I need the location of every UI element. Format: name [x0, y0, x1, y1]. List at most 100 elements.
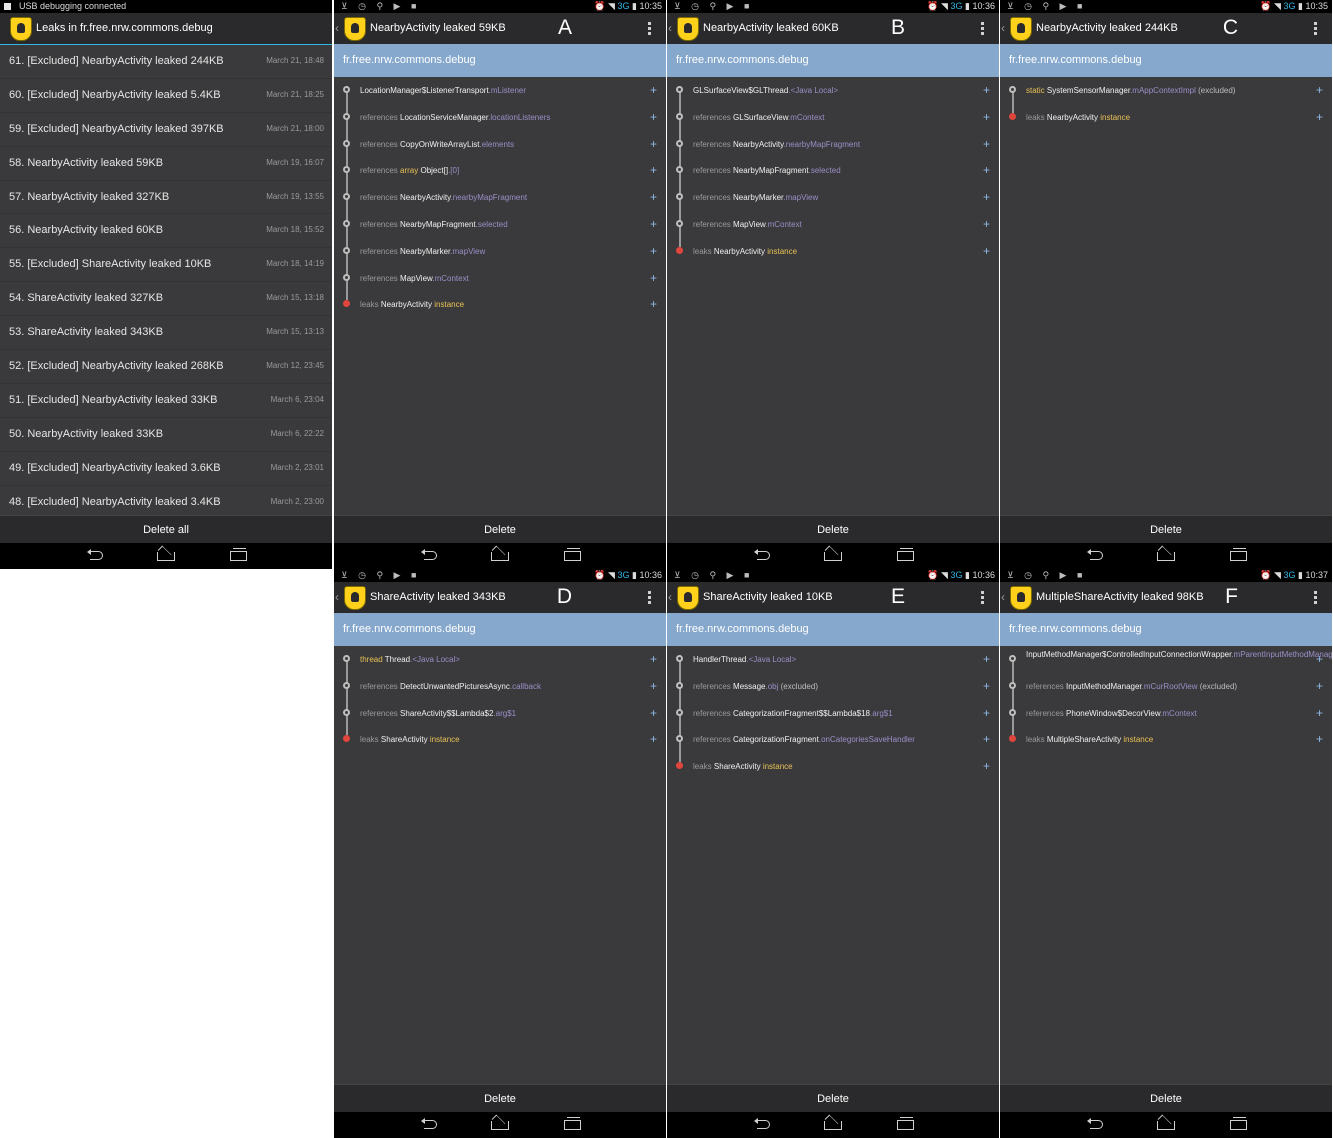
up-caret-icon[interactable]: ‹ — [668, 21, 672, 35]
recent-apps-icon[interactable] — [229, 548, 247, 561]
trace-row[interactable]: leaks ShareActivity instance + — [667, 753, 999, 780]
recent-apps-icon[interactable] — [896, 548, 914, 561]
trace-row[interactable]: references NearbyMapFragment.selected + — [334, 210, 666, 238]
leak-list-item[interactable]: 60. [Excluded] NearbyActivity leaked 5.4… — [0, 79, 332, 113]
leak-list-item[interactable]: 57. NearbyActivity leaked 327KB March 19,… — [0, 181, 332, 215]
expand-plus-icon[interactable]: + — [983, 706, 990, 720]
delete-button[interactable]: Delete — [334, 1084, 666, 1113]
overflow-menu-icon[interactable] — [648, 22, 652, 37]
expand-plus-icon[interactable]: + — [650, 190, 657, 204]
trace-row[interactable]: references CategorizationFragment.onCate… — [667, 726, 999, 754]
trace-row[interactable]: references NearbyMapFragment.selected + — [667, 157, 999, 185]
back-icon[interactable] — [754, 1118, 772, 1130]
back-icon[interactable] — [421, 549, 439, 561]
home-icon[interactable] — [157, 549, 175, 561]
trace-row[interactable]: leaks NearbyActivity instance + — [667, 237, 999, 265]
leak-list-item[interactable]: 56. NearbyActivity leaked 60KB March 18, … — [0, 214, 332, 249]
trace-row[interactable]: references NearbyActivity.nearbyMapFragm… — [334, 184, 666, 211]
trace-row[interactable]: leaks ShareActivity instance + — [334, 726, 666, 753]
up-caret-icon[interactable]: ‹ — [668, 590, 672, 604]
trace-row[interactable]: references ShareActivity$$Lambda$2.arg$1… — [334, 699, 666, 727]
expand-plus-icon[interactable]: + — [1316, 679, 1323, 693]
delete-button[interactable]: Delete — [1000, 515, 1332, 544]
home-icon[interactable] — [1157, 549, 1175, 561]
up-caret-icon[interactable]: ‹ — [1001, 590, 1005, 604]
leakcanary-app-icon[interactable] — [677, 586, 699, 610]
delete-button[interactable]: Delete — [1000, 1084, 1332, 1113]
back-icon[interactable] — [1087, 549, 1105, 561]
expand-plus-icon[interactable]: + — [650, 679, 657, 693]
trace-row[interactable]: references NearbyMarker.mapView + — [667, 184, 999, 211]
expand-plus-icon[interactable]: + — [650, 83, 657, 97]
expand-plus-icon[interactable]: + — [1316, 83, 1323, 97]
trace-row[interactable]: leaks NearbyActivity instance + — [1000, 103, 1332, 131]
trace-row[interactable]: references array Object[].[0] + — [334, 157, 666, 185]
leakcanary-app-icon[interactable] — [677, 17, 699, 41]
back-icon[interactable] — [87, 549, 105, 561]
trace-row[interactable]: references CategorizationFragment$$Lambd… — [667, 699, 999, 727]
home-icon[interactable] — [824, 549, 842, 561]
trace-row[interactable]: HandlerThread.<Java Local> + — [667, 646, 999, 673]
expand-plus-icon[interactable]: + — [1316, 706, 1323, 720]
leakcanary-app-icon[interactable] — [344, 586, 366, 610]
leak-list-item[interactable]: 58. NearbyActivity leaked 59KB March 19, … — [0, 147, 332, 181]
back-icon[interactable] — [1087, 1118, 1105, 1130]
trace-row[interactable]: LocationManager$ListenerTransport.mListe… — [334, 77, 666, 104]
trace-row[interactable]: references MapView.mContext + — [334, 264, 666, 292]
delete-button[interactable]: Delete — [667, 515, 999, 544]
expand-plus-icon[interactable]: + — [983, 759, 990, 773]
trace-row[interactable]: GLSurfaceView$GLThread.<Java Local> + — [667, 77, 999, 104]
recent-apps-icon[interactable] — [1229, 548, 1247, 561]
leak-list-item[interactable]: 49. [Excluded] NearbyActivity leaked 3.6… — [0, 452, 332, 486]
trace-row[interactable]: thread Thread.<Java Local> + — [334, 646, 666, 673]
trace-row[interactable]: InputMethodManager$ControlledInputConnec… — [1000, 646, 1332, 673]
expand-plus-icon[interactable]: + — [650, 217, 657, 231]
recent-apps-icon[interactable] — [1229, 1117, 1247, 1130]
trace-row[interactable]: leaks MultipleShareActivity instance + — [1000, 726, 1332, 753]
trace-row[interactable]: references Message.obj (excluded) + — [667, 672, 999, 700]
expand-plus-icon[interactable]: + — [650, 271, 657, 285]
expand-plus-icon[interactable]: + — [650, 652, 657, 666]
expand-plus-icon[interactable]: + — [983, 732, 990, 746]
expand-plus-icon[interactable]: + — [983, 163, 990, 177]
expand-plus-icon[interactable]: + — [650, 137, 657, 151]
trace-row[interactable]: references GLSurfaceView.mContext + — [667, 103, 999, 131]
trace-row[interactable]: references NearbyMarker.mapView + — [334, 237, 666, 265]
leak-list-item[interactable]: 55. [Excluded] ShareActivity leaked 10KB… — [0, 248, 332, 283]
expand-plus-icon[interactable]: + — [983, 652, 990, 666]
trace-row[interactable]: references PhoneWindow$DecorView.mContex… — [1000, 699, 1332, 727]
expand-plus-icon[interactable]: + — [650, 297, 657, 311]
leak-list-item[interactable]: 61. [Excluded] NearbyActivity leaked 244… — [0, 45, 332, 79]
recent-apps-icon[interactable] — [563, 1117, 581, 1130]
up-caret-icon[interactable]: ‹ — [335, 21, 339, 35]
home-icon[interactable] — [824, 1118, 842, 1130]
expand-plus-icon[interactable]: + — [1316, 732, 1323, 746]
trace-row[interactable]: references LocationServiceManager.locati… — [334, 103, 666, 131]
expand-plus-icon[interactable]: + — [983, 217, 990, 231]
home-icon[interactable] — [1157, 1118, 1175, 1130]
up-caret-icon[interactable]: ‹ — [1001, 21, 1005, 35]
expand-plus-icon[interactable]: + — [983, 137, 990, 151]
home-icon[interactable] — [491, 549, 509, 561]
back-icon[interactable] — [754, 549, 772, 561]
leak-list-item[interactable]: 53. ShareActivity leaked 343KB March 15, … — [0, 316, 332, 351]
trace-row[interactable]: references CopyOnWriteArrayList.elements… — [334, 130, 666, 158]
expand-plus-icon[interactable]: + — [983, 83, 990, 97]
expand-plus-icon[interactable]: + — [650, 110, 657, 124]
home-icon[interactable] — [491, 1118, 509, 1130]
overflow-menu-icon[interactable] — [1314, 22, 1318, 37]
overflow-menu-icon[interactable] — [981, 22, 985, 37]
leak-list-item[interactable]: 59. [Excluded] NearbyActivity leaked 397… — [0, 113, 332, 147]
leak-list-item[interactable]: 51. [Excluded] NearbyActivity leaked 33K… — [0, 384, 332, 418]
trace-row[interactable]: references DetectUnwantedPicturesAsync.c… — [334, 672, 666, 700]
delete-button[interactable]: Delete — [667, 1084, 999, 1113]
expand-plus-icon[interactable]: + — [650, 732, 657, 746]
leakcanary-app-icon[interactable] — [1010, 586, 1032, 610]
leak-list-item[interactable]: 54. ShareActivity leaked 327KB March 15, … — [0, 282, 332, 317]
delete-button[interactable]: Delete — [334, 515, 666, 544]
expand-plus-icon[interactable]: + — [1316, 110, 1323, 124]
up-caret-icon[interactable]: ‹ — [335, 590, 339, 604]
expand-plus-icon[interactable]: + — [650, 244, 657, 258]
trace-row[interactable]: static SystemSensorManager.mAppContextIm… — [1000, 77, 1332, 104]
expand-plus-icon[interactable]: + — [983, 110, 990, 124]
